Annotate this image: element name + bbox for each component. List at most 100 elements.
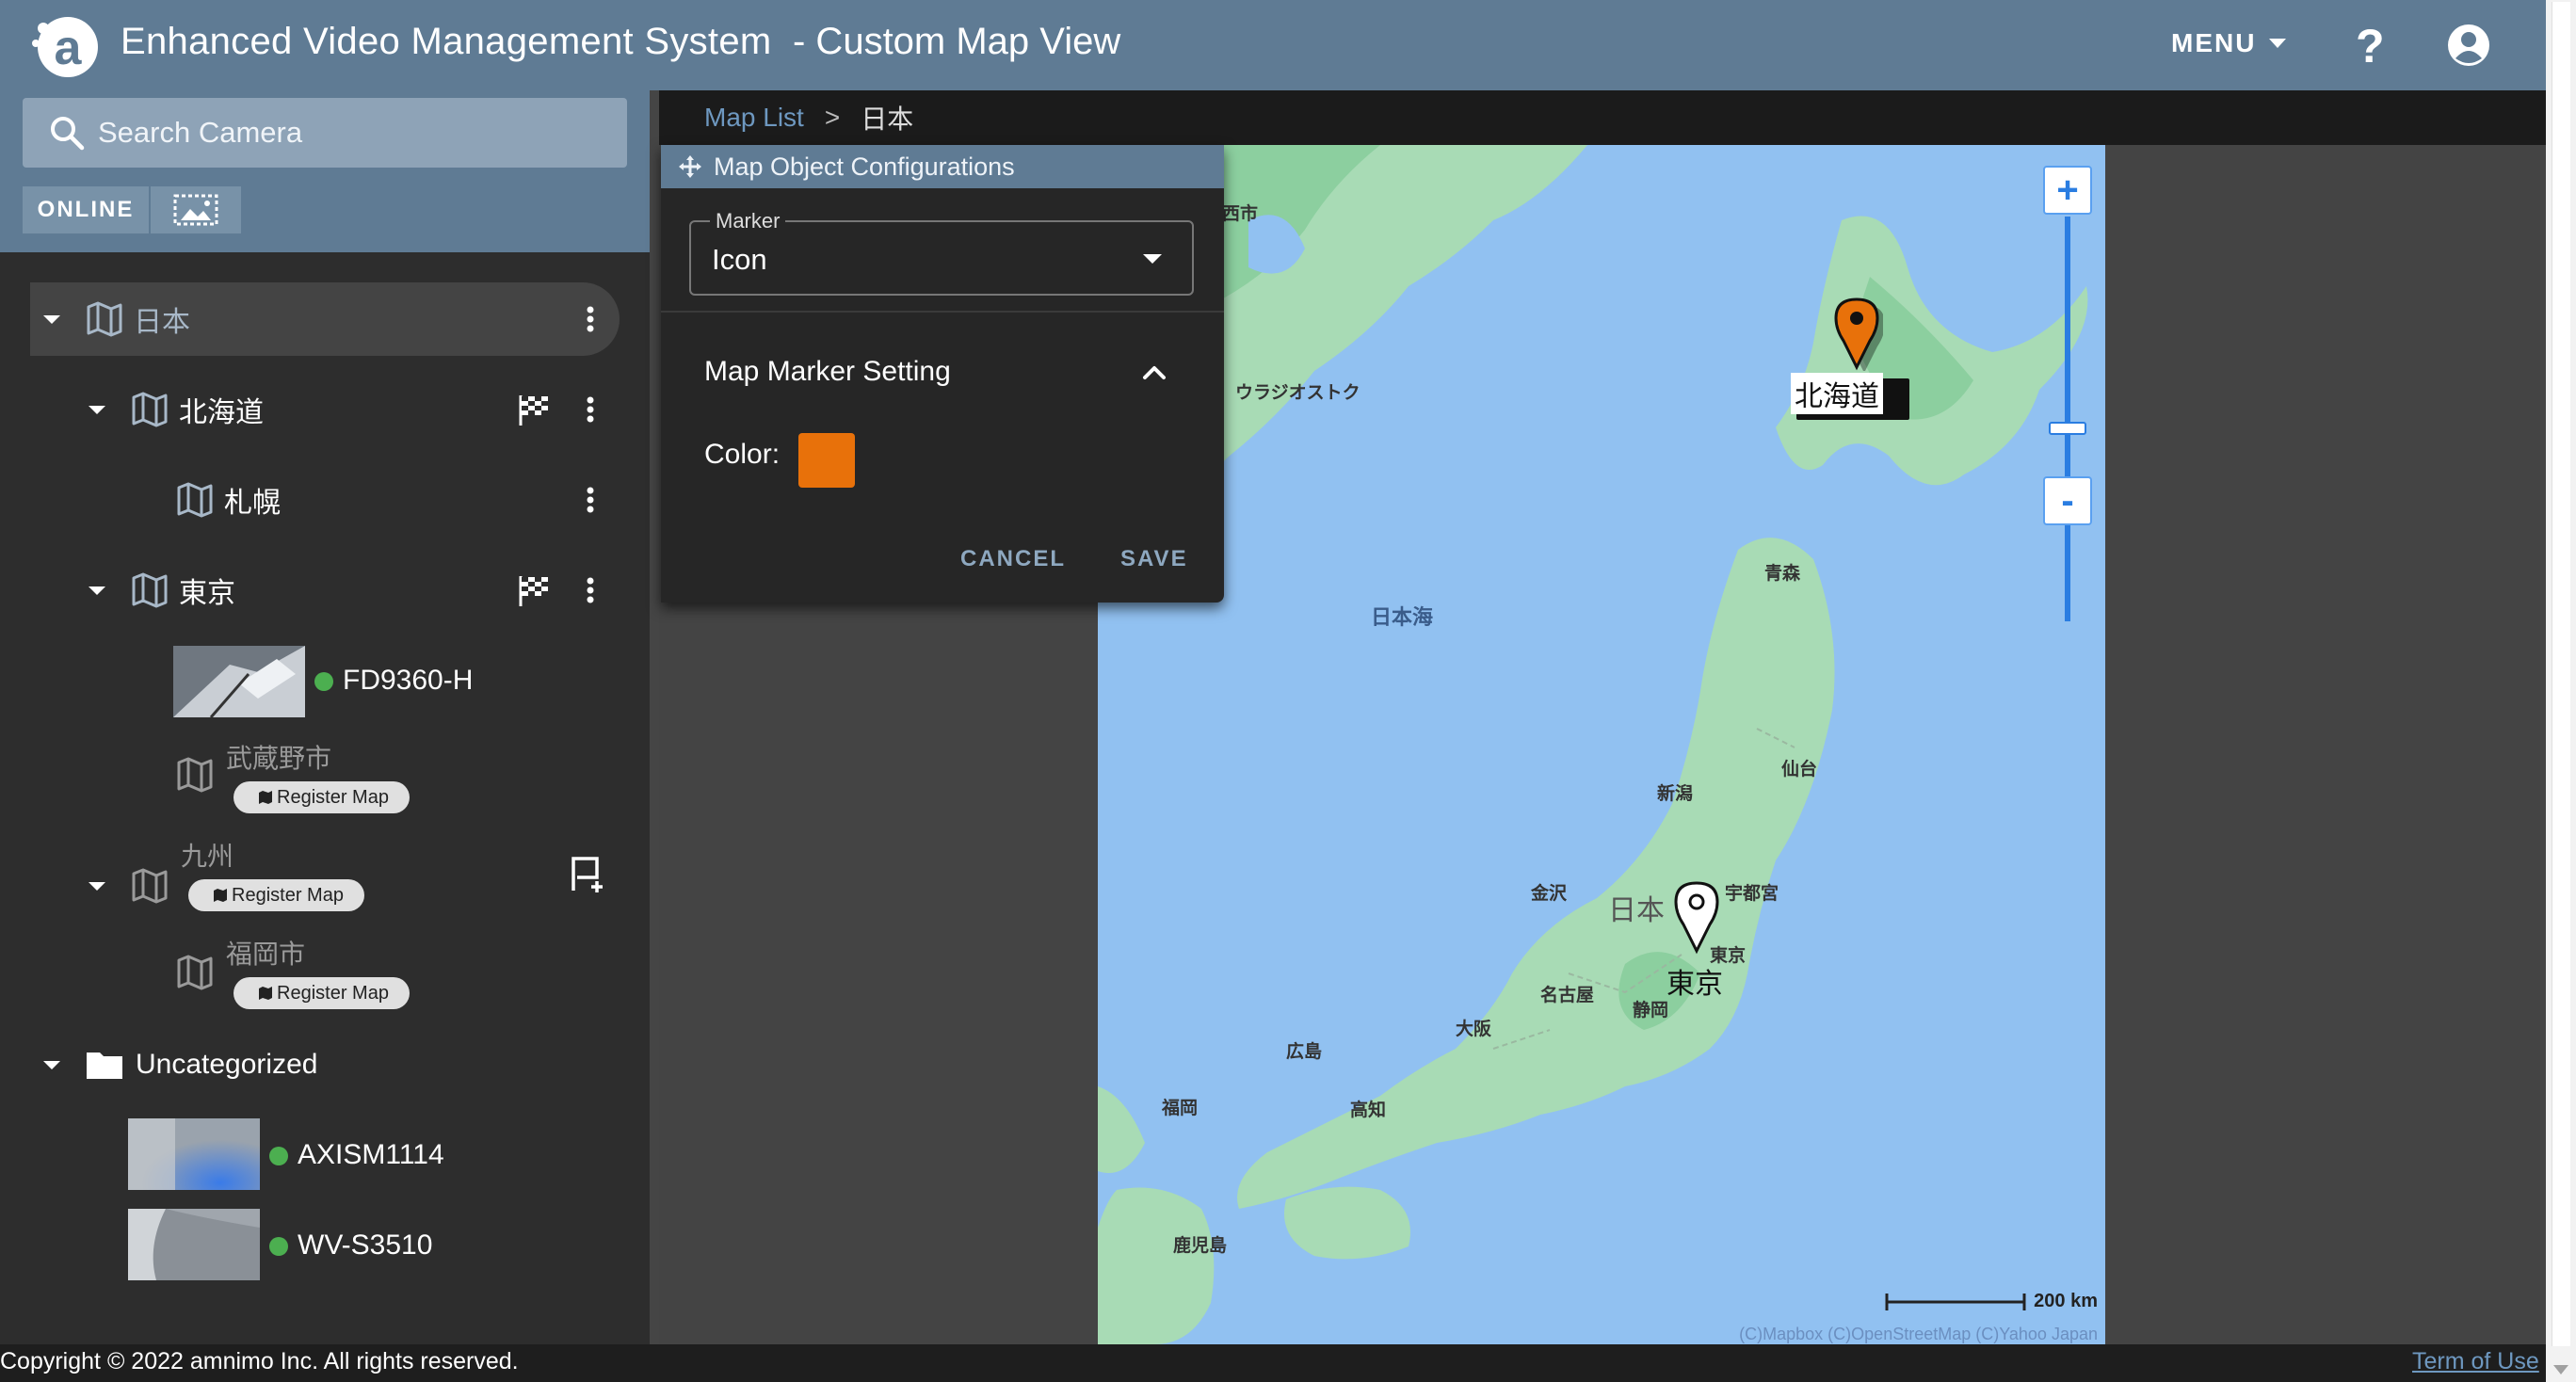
config-panel-drag-handle[interactable]: Map Object Configurations [661, 145, 1224, 188]
tree-item-uncategorized[interactable]: Uncategorized [38, 1028, 603, 1101]
tree-item-label: 北海道 [179, 397, 264, 428]
tree-item-japan[interactable]: 日本 [30, 282, 620, 356]
map-label-fukuoka: 福岡 [1162, 1099, 1199, 1118]
more-vert-icon[interactable] [576, 300, 604, 338]
page-footer: Copyright © 2022 amnimo Inc. All rights … [0, 1344, 2576, 1382]
map-label-hiroshima: 広島 [1286, 1042, 1323, 1062]
search-camera-input[interactable] [98, 98, 606, 168]
move-icon [679, 155, 701, 178]
chevron-up-icon[interactable] [1139, 358, 1169, 388]
register-map-label: Register Map [277, 982, 389, 1004]
map-canvas-gutter [2105, 145, 2546, 1344]
tree-item-label: 武蔵野市 [226, 744, 332, 773]
map-icon [87, 301, 122, 337]
tree-item-tokyo[interactable]: 東京 [83, 554, 629, 627]
zoom-slider-track[interactable] [2065, 217, 2070, 621]
marker-setting-title: Map Marker Setting [704, 356, 951, 387]
config-panel-title: Map Object Configurations [714, 152, 1015, 181]
map-icon [132, 868, 168, 904]
tree-item-label: Uncategorized [136, 1049, 318, 1080]
online-filter-button[interactable]: ONLINE [23, 186, 149, 233]
map-label-utsunomiya: 宇都宮 [1725, 884, 1779, 904]
map-icon [132, 572, 168, 608]
caret-down-icon[interactable] [83, 395, 111, 424]
app-title: Enhanced Video Management System [121, 21, 772, 62]
map-label-japan: 日本 [1608, 895, 1665, 926]
map-attribution[interactable]: (C)Mapbox (C)OpenStreetMap (C)Yahoo Japa… [1739, 1325, 2098, 1344]
menu-button[interactable]: MENU [2171, 28, 2288, 58]
online-status-dot [314, 672, 333, 691]
zoom-out-button[interactable]: - [2043, 476, 2092, 525]
tree-item-hokkaido[interactable]: 北海道 [83, 373, 629, 446]
breadcrumb-current: 日本 [861, 104, 914, 134]
search-box [23, 98, 627, 168]
caret-down-icon[interactable] [83, 576, 111, 604]
page-scrollbar[interactable] [2546, 0, 2576, 1382]
register-map-button[interactable]: Register Map [188, 879, 364, 911]
more-vert-icon[interactable] [576, 571, 604, 609]
more-vert-icon[interactable] [576, 391, 604, 428]
search-icon [51, 117, 85, 151]
flag-checkered-icon[interactable] [516, 572, 552, 608]
zoom-in-button[interactable]: + [2043, 166, 2092, 215]
more-vert-icon[interactable] [576, 481, 604, 519]
dropdown-arrow-icon [1143, 254, 1162, 264]
camera-name: WV-S3510 [298, 1229, 433, 1261]
map-pin-icon [1674, 881, 1719, 955]
map-icon [132, 392, 168, 427]
color-picker-swatch[interactable] [798, 433, 855, 488]
camera-name: FD9360-H [343, 665, 474, 696]
map-label-kanazawa: 金沢 [1531, 884, 1568, 904]
marker-select-value: Icon [712, 243, 767, 276]
register-map-label: Register Map [277, 786, 389, 808]
scrollbar-thumb[interactable] [2552, 2, 2570, 1346]
zoom-slider-handle[interactable] [2049, 422, 2086, 435]
account-circle-icon[interactable] [2446, 23, 2491, 68]
app-header: a Enhanced Video Management System - Cus… [0, 0, 2546, 90]
add-flag-icon[interactable] [569, 855, 608, 894]
map-icon [259, 791, 272, 804]
breadcrumb: Map List > 日本 [659, 90, 2546, 145]
caret-down-icon [2269, 39, 2287, 48]
map-tiles [1098, 145, 2105, 1344]
online-status-dot [269, 1237, 288, 1256]
marker-label-hokkaido: 北海道 [1791, 373, 1883, 414]
caret-down-icon[interactable] [38, 305, 66, 333]
marker-select-label: Marker [710, 209, 786, 233]
map-label-sendai: 仙台 [1781, 760, 1818, 779]
map-icon [177, 482, 213, 518]
map-object-config-panel: Map Object Configurations Marker Icon Ma… [661, 145, 1224, 603]
terms-of-use-link[interactable]: Term of Use [2412, 1348, 2539, 1375]
map-label-shizuoka: 静岡 [1633, 1001, 1669, 1020]
folder-icon [87, 1053, 122, 1079]
breadcrumb-separator: > [824, 103, 841, 132]
scroll-down-arrow-icon[interactable] [2553, 1365, 2568, 1374]
breadcrumb-map-list-link[interactable]: Map List [704, 103, 804, 133]
register-map-button[interactable]: Register Map [233, 781, 410, 813]
register-map-button[interactable]: Register Map [233, 977, 410, 1009]
sidebar-toolbar: ONLINE [0, 90, 650, 252]
tree-item-label: 九州 [181, 842, 234, 871]
map-label-nagoya: 名古屋 [1540, 986, 1595, 1005]
tree-item-sapporo[interactable]: 札幌 [175, 463, 629, 537]
map-icon [177, 757, 213, 793]
help-icon[interactable]: ? [2356, 19, 2385, 73]
cancel-button[interactable]: CANCEL [960, 546, 1066, 572]
map-label-aomori: 青森 [1764, 564, 1801, 584]
japan-map[interactable]: 西市 ウラジオストク 日本海 青森 仙台 新潟 金沢 日本 宇都宮 東京 名古屋… [1098, 145, 2105, 1344]
map-label-kochi: 高知 [1350, 1101, 1387, 1120]
caret-down-icon[interactable] [83, 872, 111, 900]
save-button[interactable]: SAVE [1120, 546, 1188, 572]
thumbnail-view-button[interactable] [151, 186, 241, 233]
caret-down-icon[interactable] [38, 1051, 66, 1079]
map-tree-panel: 日本 北海道 札幌 東京 FD9360-H 武蔵野市 Register Map … [0, 252, 650, 1344]
sidebar-resize-handle[interactable] [650, 90, 659, 1344]
map-label-osaka: 大阪 [1456, 1020, 1492, 1039]
tree-item-label: 東京 [179, 578, 235, 609]
marker-type-select[interactable]: Marker Icon [689, 209, 1194, 296]
map-label-kagoshima: 鹿児島 [1173, 1236, 1228, 1256]
divider [661, 311, 1224, 313]
color-label: Color: [704, 439, 781, 470]
flag-checkered-icon[interactable] [516, 392, 552, 427]
amnimo-logo: a [32, 17, 98, 77]
